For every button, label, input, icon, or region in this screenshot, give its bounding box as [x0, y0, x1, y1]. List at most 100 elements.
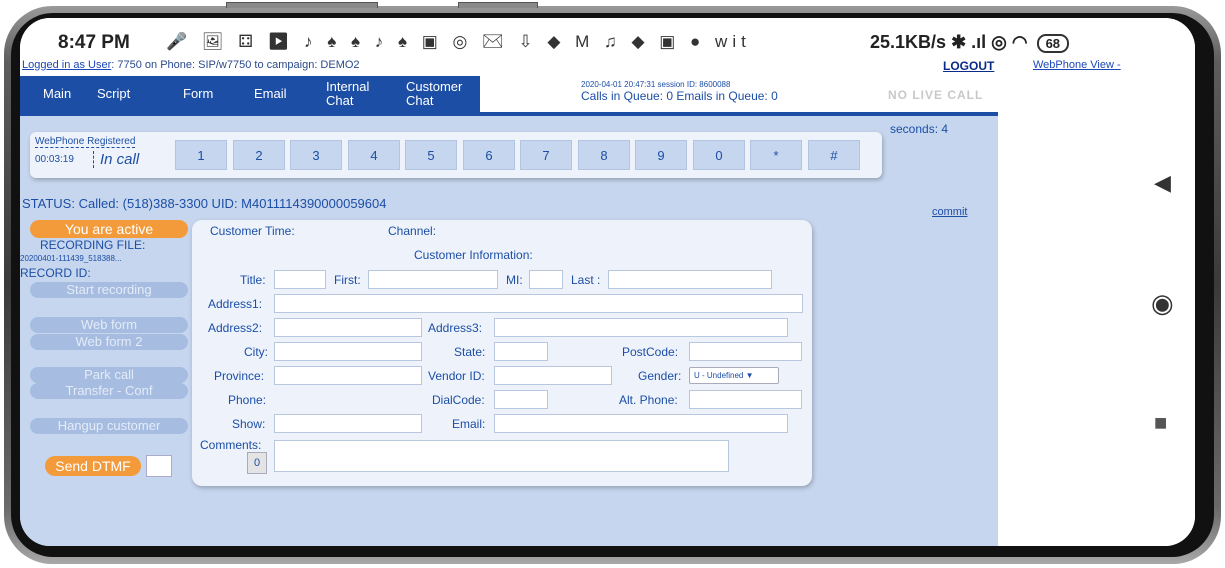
call-state: In call [93, 151, 139, 168]
address2-label: Address2: [208, 321, 263, 335]
tab-internal-chat[interactable]: Internal Chat [326, 76, 382, 112]
commit-link[interactable]: commit [932, 206, 967, 218]
channel-label: Channel: [388, 224, 437, 238]
tab-email[interactable]: Email [254, 76, 287, 112]
right-blank-column [998, 76, 1130, 546]
state-label: State: [454, 345, 486, 359]
transfer-conf-button[interactable]: Transfer - Conf [30, 383, 188, 399]
web-form-button[interactable]: Web form [30, 317, 188, 333]
tab-customer-chat[interactable]: Customer Chat [406, 76, 472, 112]
vendor-id-label: Vendor ID: [428, 369, 485, 383]
dialpad-key-8[interactable]: 8 [578, 140, 630, 170]
park-call-button[interactable]: Park call [30, 367, 188, 383]
logged-in-link[interactable]: Logged in as User [22, 59, 111, 71]
address2-field[interactable] [274, 318, 422, 337]
alt-phone-field[interactable] [689, 390, 802, 409]
province-label: Province: [214, 369, 265, 383]
dialpad-key-2[interactable]: 2 [233, 140, 285, 170]
agent-main-panel: seconds: 4 WebPhone Registered 00:03:19 … [20, 116, 998, 546]
login-info: Logged in as User: 7750 on Phone: SIP/w7… [22, 59, 360, 71]
title-field[interactable] [274, 270, 326, 289]
battery-icon: 68 [1036, 34, 1070, 53]
start-recording-button[interactable]: Start recording [30, 282, 188, 298]
last-label: Last : [571, 273, 601, 287]
province-field[interactable] [274, 366, 422, 385]
active-status-button[interactable]: You are active [30, 220, 188, 238]
email-field[interactable] [494, 414, 788, 433]
live-call-indicator: NO LIVE CALL [888, 88, 984, 102]
postcode-label: PostCode: [622, 345, 679, 359]
web-form-2-button[interactable]: Web form 2 [30, 334, 188, 350]
back-icon[interactable]: ◀ [1154, 170, 1171, 196]
tab-form[interactable]: Form [183, 76, 213, 112]
phone-label: Phone: [228, 393, 267, 407]
last-name-field[interactable] [608, 270, 772, 289]
dialpad-key-hash[interactable]: # [808, 140, 860, 170]
tab-main[interactable]: Main [43, 76, 71, 112]
city-field[interactable] [274, 342, 422, 361]
clock: 8:47 PM [58, 32, 130, 53]
comments-field[interactable] [274, 440, 729, 472]
dialpad-key-0[interactable]: 0 [693, 140, 745, 170]
recents-icon[interactable]: ■ [1154, 410, 1167, 436]
dialpad-key-4[interactable]: 4 [348, 140, 400, 170]
gender-select[interactable]: U - Undefined ▼ [689, 367, 779, 384]
webphone-dialpad: WebPhone Registered 00:03:19 In call 1 2… [30, 132, 882, 178]
webphone-view-link[interactable]: WebPhone View - [1033, 59, 1121, 71]
android-nav-bar: ◀ ◉ ■ [1130, 18, 1195, 546]
address3-field[interactable] [494, 318, 788, 337]
dialpad-key-6[interactable]: 6 [463, 140, 515, 170]
customer-information-title: Customer Information: [414, 248, 533, 262]
home-icon[interactable]: ◉ [1151, 288, 1174, 319]
login-details: : 7750 on Phone: SIP/w7750 to campaign: … [111, 59, 360, 71]
volume-button [226, 2, 378, 8]
recording-file-label: RECORDING FILE: [40, 238, 146, 252]
notification-icons: 🎤 🖼 ⚃ ▶ ♪ ♠ ♠ ♪ ♠ ▣ ◎ ✉ ⇩ ◆ M ♫ ◆ ▣ ● wi… [166, 32, 751, 51]
android-status-bar: 8:47 PM 🎤 🖼 ⚃ ▶ ♪ ♠ ♠ ♪ ♠ ▣ ◎ ✉ ⇩ ◆ M ♫ … [20, 18, 1120, 58]
show-field[interactable] [274, 414, 422, 433]
app-nav-bar: Main Script Form Email Internal Chat Cus… [20, 76, 998, 112]
dialpad-key-9[interactable]: 9 [635, 140, 687, 170]
title-label: Title: [240, 273, 266, 287]
send-dtmf-button[interactable]: Send DTMF [45, 456, 141, 476]
postcode-field[interactable] [689, 342, 802, 361]
dialpad-key-5[interactable]: 5 [405, 140, 457, 170]
logout-link[interactable]: LOGOUT [943, 59, 994, 73]
hangup-customer-button[interactable]: Hangup customer [30, 418, 188, 434]
gender-label: Gender: [638, 369, 682, 383]
comments-counter-button[interactable]: 0 [247, 452, 267, 474]
recording-file-name: 20200401-111439_518388... [20, 254, 122, 263]
call-timer: 00:03:19 [35, 154, 74, 165]
address3-label: Address3: [428, 321, 483, 335]
dialpad-key-star[interactable]: * [750, 140, 802, 170]
webphone-registered: WebPhone Registered [35, 136, 136, 148]
main-tabs: Main Script Form Email Internal Chat Cus… [20, 76, 480, 112]
first-name-field[interactable] [368, 270, 498, 289]
email-label: Email: [452, 417, 486, 431]
dtmf-input[interactable] [146, 455, 172, 477]
dialcode-field[interactable] [494, 390, 548, 409]
tab-script[interactable]: Script [97, 76, 130, 112]
phone-screen: 8:47 PM 🎤 🖼 ⚃ ▶ ♪ ♠ ♠ ♪ ♠ ▣ ◎ ✉ ⇩ ◆ M ♫ … [20, 18, 1195, 546]
record-id-label: RECORD ID: [20, 266, 91, 280]
dialpad-key-3[interactable]: 3 [290, 140, 342, 170]
call-status: STATUS: Called: (518)388-3300 UID: M4011… [22, 196, 387, 211]
status-right: 25.1KB/s ✱ .ıl ◎ ◠ 68 [870, 32, 1070, 53]
mi-label: MI: [506, 273, 523, 287]
dialpad-key-7[interactable]: 7 [520, 140, 572, 170]
comments-label: Comments: [200, 438, 262, 452]
first-label: First: [334, 273, 361, 287]
net-speed: 25.1KB/s [870, 32, 947, 52]
vendor-id-field[interactable] [494, 366, 612, 385]
middle-initial-field[interactable] [529, 270, 563, 289]
customer-information-form: Customer Time: Channel: Customer Informa… [192, 220, 812, 486]
power-button [458, 2, 538, 8]
address1-field[interactable] [274, 294, 803, 313]
session-line: 2020-04-01 20:47:31 session ID: 8600088 [581, 80, 731, 89]
state-field[interactable] [494, 342, 548, 361]
alt-phone-label: Alt. Phone: [619, 393, 678, 407]
queue-line: Calls in Queue: 0 Emails in Queue: 0 [581, 89, 778, 103]
dialpad-key-1[interactable]: 1 [175, 140, 227, 170]
queue-info: 2020-04-01 20:47:31 session ID: 8600088 … [581, 80, 778, 103]
dialcode-label: DialCode: [432, 393, 485, 407]
